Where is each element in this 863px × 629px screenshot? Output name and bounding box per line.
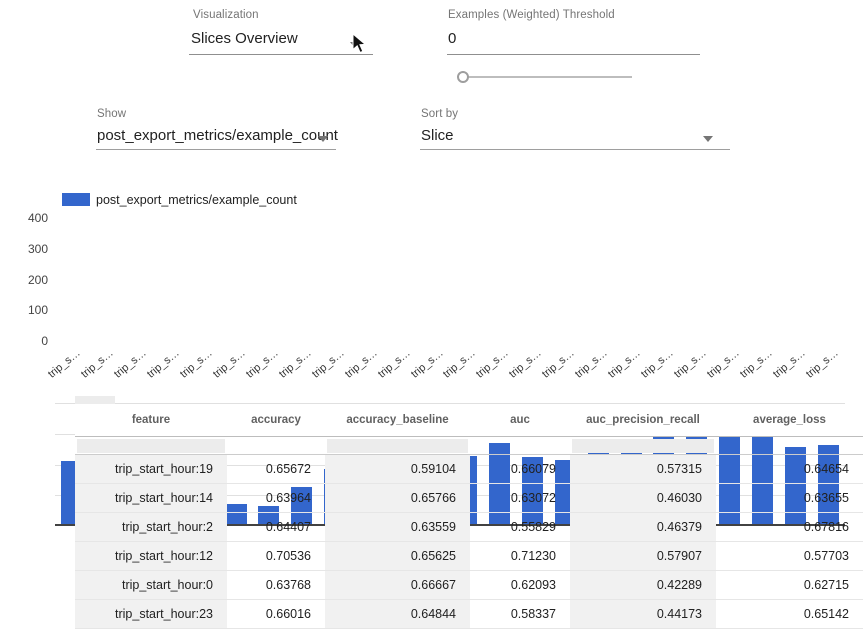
column-filter-input[interactable] bbox=[229, 439, 323, 453]
table-cell: 0.66079 bbox=[470, 454, 570, 483]
filter-cell bbox=[227, 436, 325, 454]
table-cell: 0.55829 bbox=[470, 512, 570, 541]
column-filter-input[interactable] bbox=[718, 439, 861, 453]
visualization-select[interactable]: Slices Overview bbox=[191, 30, 298, 47]
filter-cell bbox=[716, 436, 863, 454]
chevron-down-icon[interactable] bbox=[703, 136, 713, 142]
table-cell: 0.65672 bbox=[227, 454, 325, 483]
show-underline bbox=[96, 149, 336, 150]
show-label: Show bbox=[97, 108, 126, 120]
chevron-down-icon[interactable] bbox=[318, 136, 328, 142]
mouse-cursor bbox=[352, 33, 368, 55]
table-cell: 0.42289 bbox=[570, 570, 716, 599]
table-row[interactable]: trip_start_hour:140.639640.657660.630720… bbox=[75, 483, 863, 512]
table-cell: 0.63964 bbox=[227, 483, 325, 512]
column-header-accuracy[interactable]: accuracy bbox=[227, 404, 325, 436]
table-cell: trip_start_hour:12 bbox=[75, 541, 227, 570]
table-cell: 0.57907 bbox=[570, 541, 716, 570]
visualization-underline bbox=[189, 54, 373, 55]
column-filter-input[interactable] bbox=[327, 439, 468, 453]
table-cell: 0.63072 bbox=[470, 483, 570, 512]
column-header-accuracy_baseline[interactable]: accuracy_baseline bbox=[325, 404, 470, 436]
table-cell: 0.66016 bbox=[227, 599, 325, 628]
table-cell: 0.57315 bbox=[570, 454, 716, 483]
column-filter-input[interactable] bbox=[472, 439, 568, 453]
table-cell: 0.63559 bbox=[325, 512, 470, 541]
column-filter-input[interactable] bbox=[572, 439, 714, 453]
table-cell: trip_start_hour:23 bbox=[75, 599, 227, 628]
table-cell: 0.70536 bbox=[227, 541, 325, 570]
slices-bar-chart: post_export_metrics/example_count 0 100 20… bbox=[0, 185, 863, 395]
table-cell: 0.66667 bbox=[325, 570, 470, 599]
sort-by-underline bbox=[420, 149, 730, 150]
column-header-auc[interactable]: auc bbox=[470, 404, 570, 436]
table-cell: 0.59104 bbox=[325, 454, 470, 483]
table-cell: 0.71230 bbox=[470, 541, 570, 570]
sort-by-select[interactable]: Slice bbox=[421, 127, 454, 144]
threshold-slider-track[interactable] bbox=[463, 76, 632, 78]
threshold-input[interactable]: 0 bbox=[448, 30, 456, 47]
column-header-feature[interactable]: feature bbox=[75, 404, 227, 436]
filter-cell bbox=[470, 436, 570, 454]
table-row[interactable]: trip_start_hour:00.637680.666670.620930.… bbox=[75, 570, 863, 599]
y-axis-tick-label: 200 bbox=[12, 273, 48, 287]
table-corner-cell bbox=[75, 396, 115, 404]
table-cell: 0.67816 bbox=[716, 512, 863, 541]
filter-cell bbox=[325, 436, 470, 454]
table-cell: trip_start_hour:2 bbox=[75, 512, 227, 541]
table-cell: 0.58337 bbox=[470, 599, 570, 628]
threshold-slider-handle[interactable] bbox=[457, 71, 469, 83]
table-cell: 0.62715 bbox=[716, 570, 863, 599]
column-header-average_loss[interactable]: average_loss bbox=[716, 404, 863, 436]
column-header-auc_precision_recall[interactable]: auc_precision_recall bbox=[570, 404, 716, 436]
y-axis-tick-label: 0 bbox=[12, 334, 48, 348]
table-cell: 0.44173 bbox=[570, 599, 716, 628]
table-row[interactable]: trip_start_hour:230.660160.648440.583370… bbox=[75, 599, 863, 628]
table-cell: 0.65766 bbox=[325, 483, 470, 512]
y-axis-tick-label: 300 bbox=[12, 242, 48, 256]
table-cell: trip_start_hour:19 bbox=[75, 454, 227, 483]
table-cell: 0.63655 bbox=[716, 483, 863, 512]
table-cell: 0.46379 bbox=[570, 512, 716, 541]
table-cell: 0.63768 bbox=[227, 570, 325, 599]
show-select[interactable]: post_export_metrics/example_count bbox=[97, 127, 338, 144]
metrics-table: featureaccuracyaccuracy_baselineaucauc_p… bbox=[75, 404, 863, 629]
visualization-label: Visualization bbox=[193, 9, 259, 21]
table-cell: trip_start_hour:14 bbox=[75, 483, 227, 512]
table-cell: trip_start_hour:0 bbox=[75, 570, 227, 599]
filter-cell bbox=[75, 436, 227, 454]
column-filter-input[interactable] bbox=[77, 439, 225, 453]
y-axis-tick-label: 100 bbox=[12, 303, 48, 317]
sort-by-label: Sort by bbox=[421, 108, 458, 120]
table-cell: 0.65625 bbox=[325, 541, 470, 570]
table-cell: 0.65142 bbox=[716, 599, 863, 628]
threshold-label: Examples (Weighted) Threshold bbox=[448, 9, 615, 21]
table-cell: 0.64407 bbox=[227, 512, 325, 541]
table-cell: 0.46030 bbox=[570, 483, 716, 512]
legend-label: post_export_metrics/example_count bbox=[96, 193, 297, 207]
table-header-row: featureaccuracyaccuracy_baselineaucauc_p… bbox=[75, 404, 863, 436]
filter-cell bbox=[570, 436, 716, 454]
table-row[interactable]: trip_start_hour:20.644070.635590.558290.… bbox=[75, 512, 863, 541]
table-cell: 0.64844 bbox=[325, 599, 470, 628]
table-cell: 0.62093 bbox=[470, 570, 570, 599]
table-row[interactable]: trip_start_hour:120.705360.656250.712300… bbox=[75, 541, 863, 570]
threshold-underline bbox=[447, 54, 700, 55]
legend-swatch bbox=[62, 193, 90, 206]
table-filter-row bbox=[75, 436, 863, 454]
table-cell: 0.57703 bbox=[716, 541, 863, 570]
table-row[interactable]: trip_start_hour:190.656720.591040.660790… bbox=[75, 454, 863, 483]
table-cell: 0.64654 bbox=[716, 454, 863, 483]
y-axis-tick-label: 400 bbox=[12, 211, 48, 225]
